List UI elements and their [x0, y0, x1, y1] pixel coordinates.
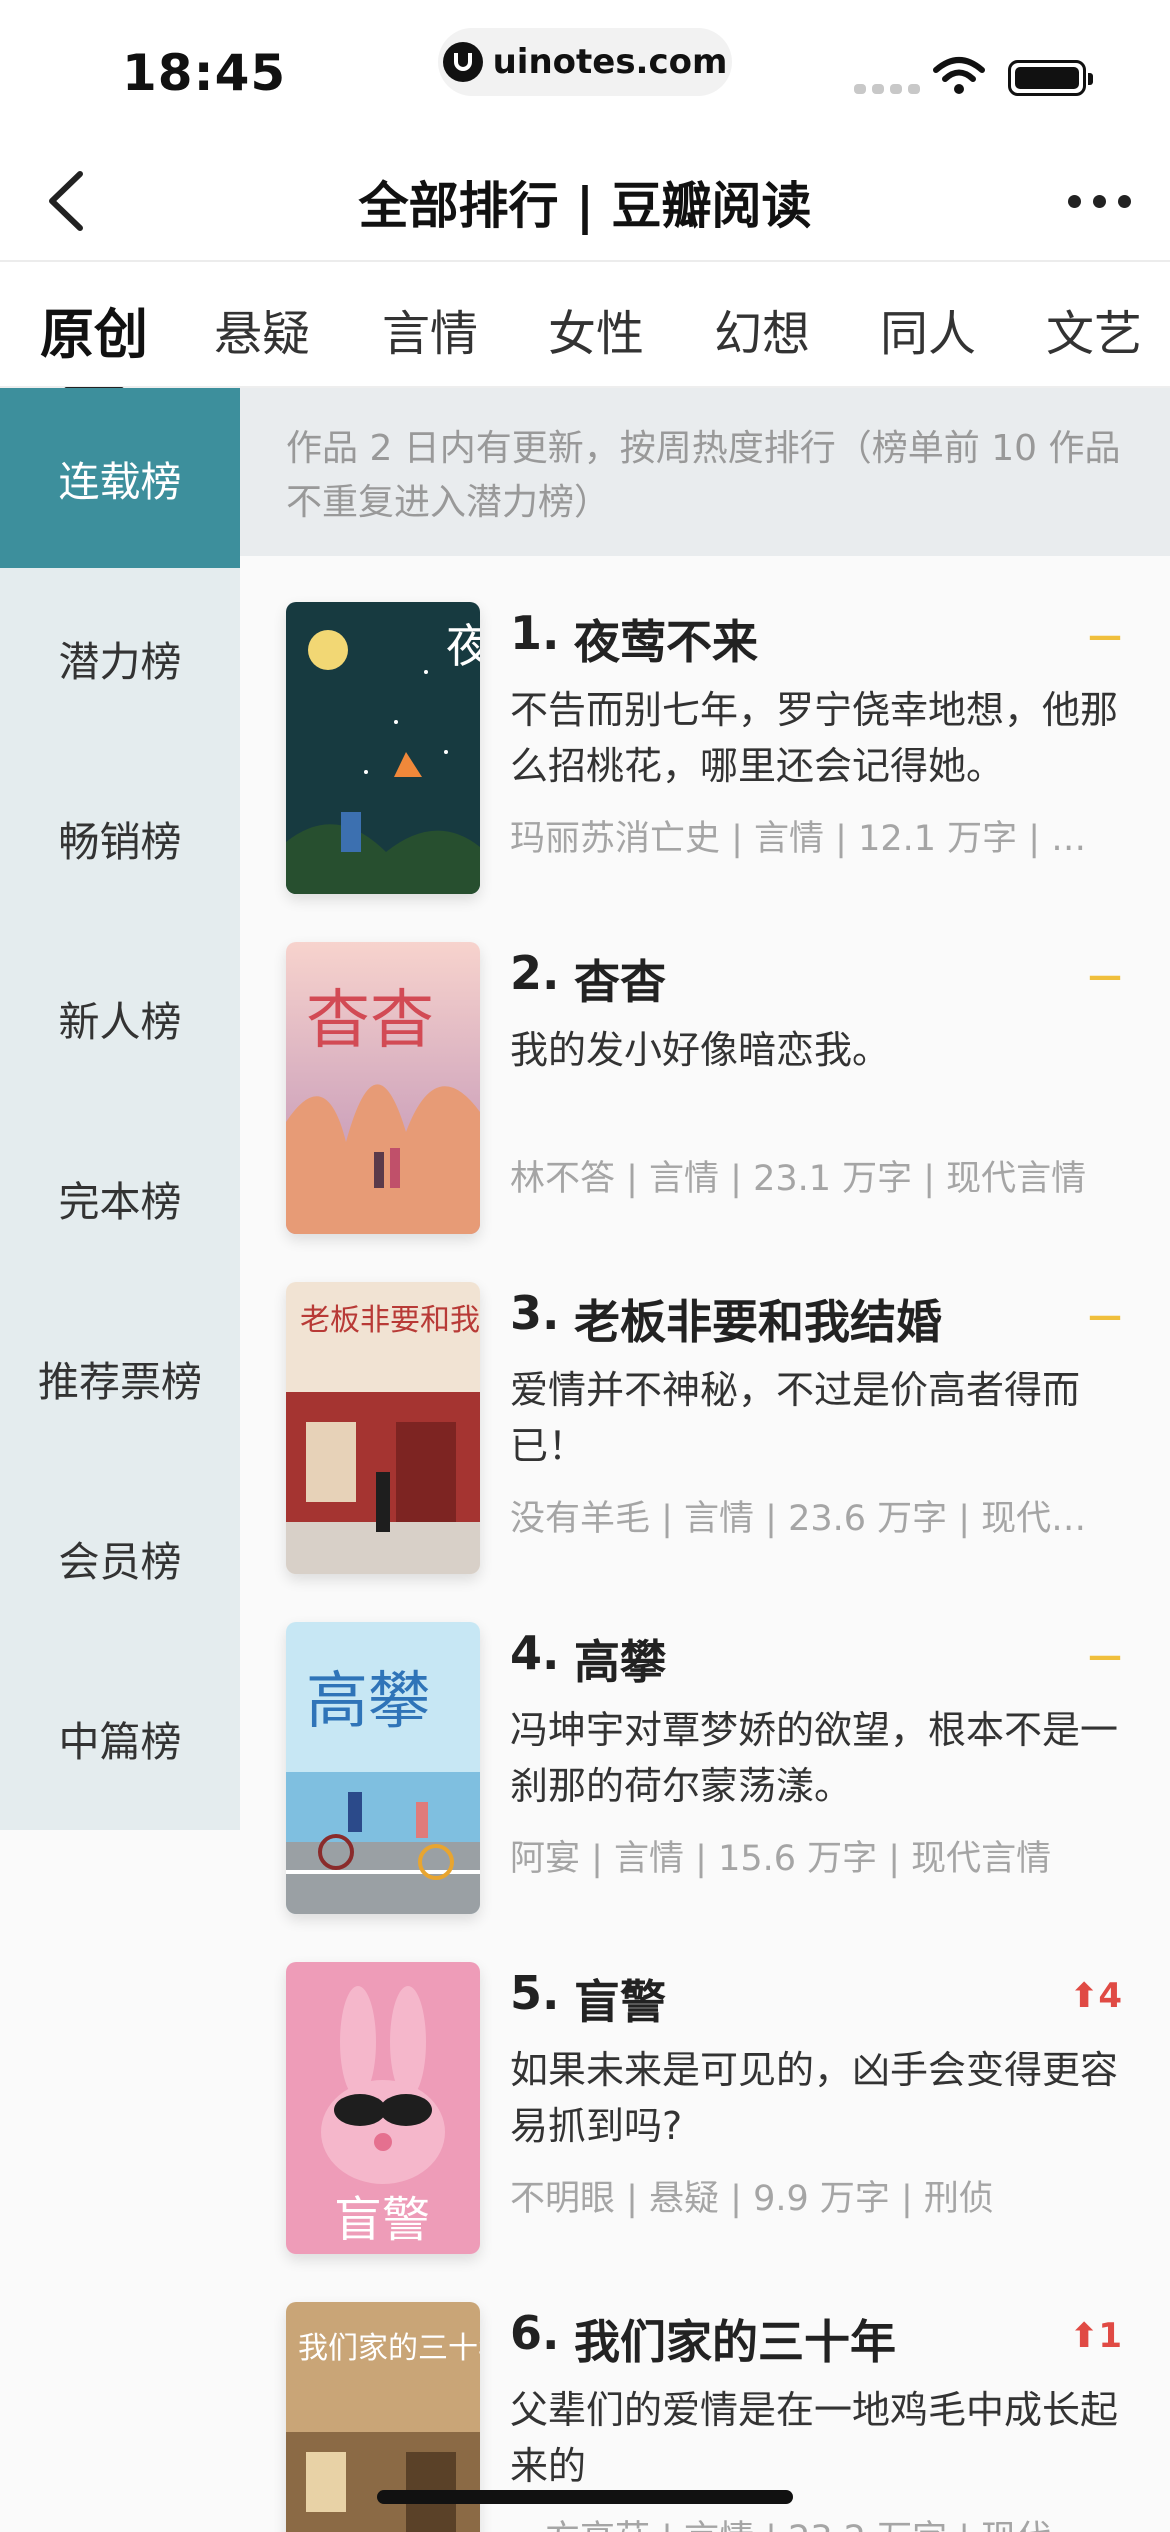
rank-notice: 作品 2 日内有更新，按周热度排行（榜单前 10 作品不重复进入潜力榜）: [240, 388, 1170, 556]
trend-flat-icon: —: [1088, 1636, 1122, 1676]
book-title[interactable]: 杳杳: [574, 946, 666, 1012]
book-description: 如果未来是可见的，凶手会变得更容易抓到吗?: [510, 2048, 1119, 2148]
more-icon[interactable]: [1068, 186, 1138, 216]
book-item[interactable]: 夜莺不来 1. 夜莺不来 — 不告而别七年，罗宁侥幸地想，他那么招桃花，哪里还会…: [240, 602, 1170, 942]
book-description: 爱情并不神秘，不过是价高者得而已！: [510, 1368, 1081, 1468]
side-item-vote[interactable]: 推荐票榜: [0, 1288, 240, 1468]
tab-fanfic[interactable]: 同人: [880, 294, 976, 364]
book-title[interactable]: 我们家的三十年: [574, 2306, 896, 2372]
rank-side-nav: 连载榜 潜力榜 畅销榜 新人榜 完本榜 推荐票榜 会员榜 中篇榜: [0, 388, 240, 1830]
wifi-icon: [933, 57, 985, 94]
book-cover[interactable]: 高攀: [286, 1622, 480, 1914]
nav-bar: 全部排行 | 豆瓣阅读: [0, 130, 1170, 262]
book-description: 不告而别七年，罗宁侥幸地想，他那么招桃花，哪里还会记得她。: [510, 688, 1119, 788]
tab-suspense[interactable]: 悬疑: [214, 294, 310, 364]
side-item-bestseller[interactable]: 畅销榜: [0, 748, 240, 928]
uinotes-logo-icon: [442, 42, 483, 82]
book-description: 冯坤宇对覃梦娇的欲望，根本不是一刹那的荷尔蒙荡漾。: [510, 1708, 1119, 1808]
book-rank: 3.: [510, 1286, 560, 1340]
book-rank: 2.: [510, 946, 560, 1000]
status-time: 18:45: [122, 44, 287, 102]
cover-title: 我们家的三十年: [298, 2331, 480, 2366]
trend-flat-icon: —: [1088, 956, 1122, 996]
book-title[interactable]: 高攀: [574, 1626, 666, 1692]
url-pill[interactable]: uinotes.com: [438, 28, 732, 96]
book-title[interactable]: 老板非要和我结婚: [574, 1286, 942, 1352]
signal-icon: [854, 84, 920, 94]
cover-title: 盲警: [334, 2192, 430, 2248]
trend-flat-icon: —: [1088, 1296, 1122, 1336]
status-bar: 18:45 uinotes.com: [0, 0, 1170, 130]
page-title: 全部排行 | 豆瓣阅读: [358, 177, 812, 235]
tab-literary[interactable]: 文艺: [1046, 294, 1142, 364]
side-item-member[interactable]: 会员榜: [0, 1468, 240, 1648]
side-item-completed[interactable]: 完本榜: [0, 1108, 240, 1288]
battery-icon: [1008, 60, 1093, 96]
book-rank: 1.: [510, 606, 560, 660]
trend-up-icon: ⬆1: [1069, 2316, 1122, 2356]
cover-title: 夜莺不来: [446, 619, 480, 673]
book-title[interactable]: 夜莺不来: [574, 606, 758, 672]
side-nav-background: [0, 1830, 240, 2532]
book-meta: 玛丽苏消亡史 | 言情 | 12.1 万字 | …: [510, 819, 1087, 859]
tab-romance[interactable]: 言情: [382, 294, 478, 364]
book-cover[interactable]: 夜莺不来: [286, 602, 480, 894]
cover-title: 杳杳: [306, 984, 434, 1058]
side-item-serial[interactable]: 连载榜: [0, 388, 240, 568]
tab-fantasy[interactable]: 幻想: [714, 294, 810, 364]
cover-title: 老板非要和我结婚: [300, 1303, 480, 1338]
category-tabs: 原创 悬疑 言情 女性 幻想 同人 文艺: [0, 264, 1170, 392]
book-cover[interactable]: 老板非要和我结婚: [286, 1282, 480, 1574]
book-meta: 不明眼 | 悬疑 | 9.9 万字 | 刑侦: [510, 2179, 994, 2219]
book-meta: 没有羊毛 | 言情 | 23.6 万字 | 现代…: [510, 1499, 1087, 1539]
book-meta: 一方高菇 | 言情 | 23.2 万字 | 现代…: [510, 2510, 1130, 2532]
book-cover[interactable]: 杳杳: [286, 942, 480, 1234]
book-item[interactable]: 高攀 4. 高攀 — 冯坤宇对覃梦娇的欲望，根本不是一刹那的荷尔蒙荡漾。 阿宴 …: [240, 1622, 1170, 1962]
book-cover[interactable]: 盲警: [286, 1962, 480, 2254]
book-description: 我的发小好像暗恋我。: [510, 1028, 891, 1072]
side-item-newcomer[interactable]: 新人榜: [0, 928, 240, 1108]
book-item[interactable]: 老板非要和我结婚 3. 老板非要和我结婚 — 爱情并不神秘，不过是价高者得而已！…: [240, 1282, 1170, 1622]
side-item-potential[interactable]: 潜力榜: [0, 568, 240, 748]
book-rank: 6.: [510, 2306, 560, 2360]
trend-change: 1: [1098, 2316, 1122, 2356]
home-indicator[interactable]: [377, 2490, 793, 2504]
url-text: uinotes.com: [492, 42, 728, 82]
trend-change: 4: [1098, 1976, 1122, 2016]
tab-original[interactable]: 原创: [40, 290, 148, 392]
book-rank: 5.: [510, 1966, 560, 2020]
rank-list: 作品 2 日内有更新，按周热度排行（榜单前 10 作品不重复进入潜力榜） 夜莺不…: [240, 388, 1170, 2532]
side-item-novella[interactable]: 中篇榜: [0, 1648, 240, 1828]
book-title[interactable]: 盲警: [574, 1966, 666, 2032]
book-description: 父辈们的爱情是在一地鸡毛中成长起来的: [510, 2388, 1119, 2488]
book-item[interactable]: 杳杳 2. 杳杳 — 我的发小好像暗恋我。 林不答 | 言情 | 23.1 万字…: [240, 942, 1170, 1282]
cover-title: 高攀: [306, 1664, 430, 1737]
trend-flat-icon: —: [1088, 616, 1122, 656]
trend-up-icon: ⬆4: [1069, 1976, 1122, 2016]
book-meta: 阿宴 | 言情 | 15.6 万字 | 现代言情: [510, 1839, 1052, 1879]
book-item[interactable]: 盲警 5. 盲警 ⬆4 如果未来是可见的，凶手会变得更容易抓到吗? 不明眼 | …: [240, 1962, 1170, 2302]
tab-female[interactable]: 女性: [548, 294, 644, 364]
book-rank: 4.: [510, 1626, 560, 1680]
book-meta: 林不答 | 言情 | 23.1 万字 | 现代言情: [510, 1159, 1087, 1199]
